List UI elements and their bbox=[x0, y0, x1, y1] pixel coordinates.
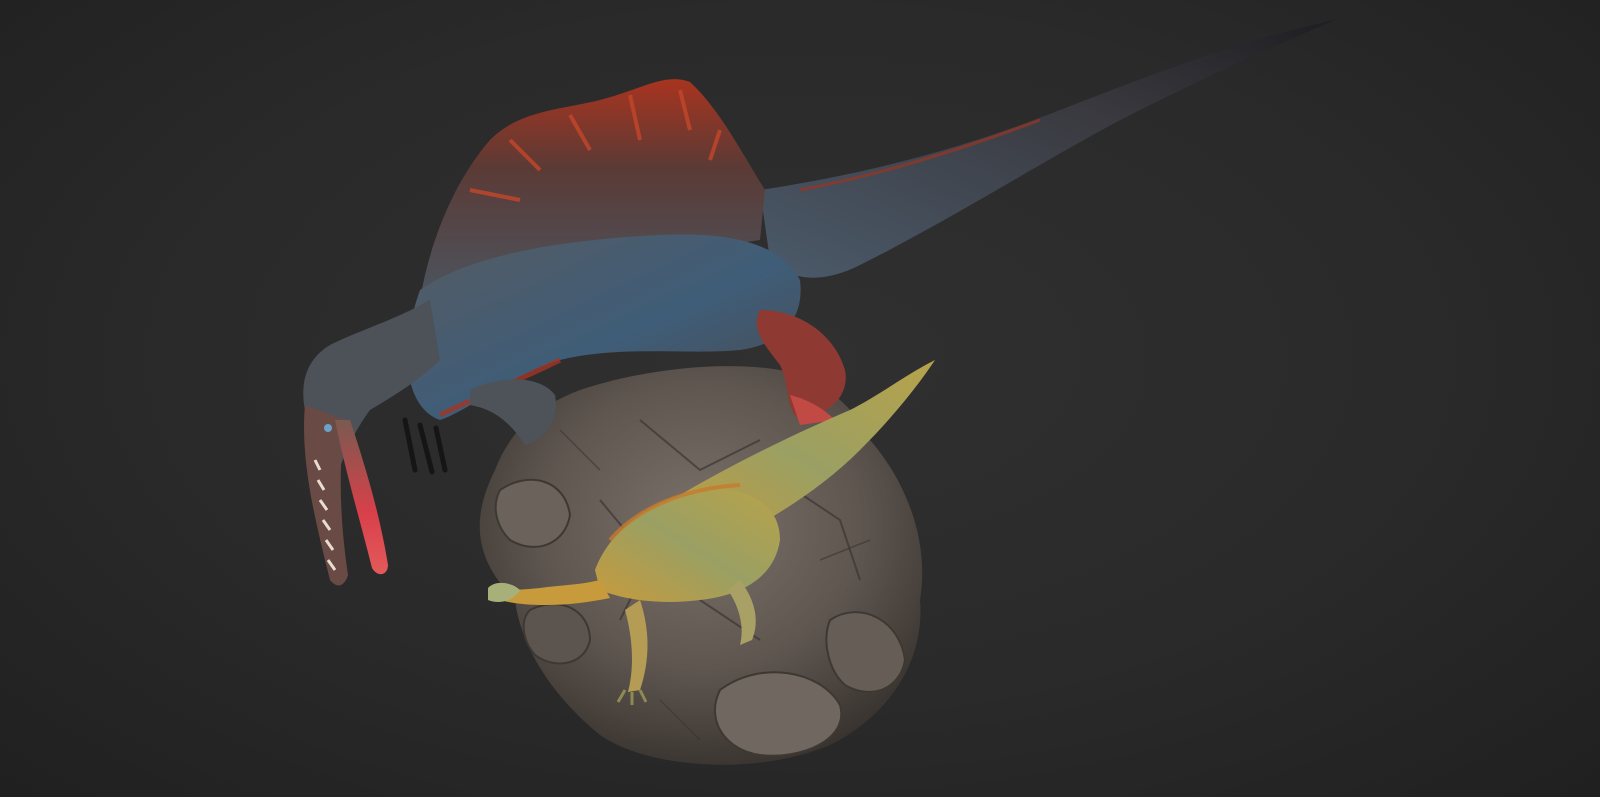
spinosaurus-eye bbox=[324, 424, 332, 432]
sculpture-render bbox=[303, 20, 1335, 765]
spinosaurus-claws bbox=[402, 417, 448, 475]
render-viewport bbox=[0, 0, 1600, 797]
spinosaurus-tail bbox=[760, 20, 1335, 278]
